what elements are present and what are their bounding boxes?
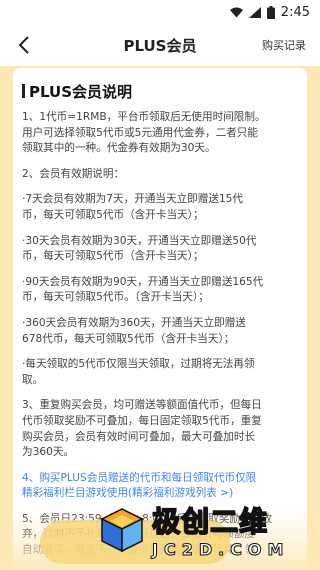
chevron-left-icon bbox=[18, 36, 29, 54]
paragraph-line: ·每天领取的5代币仅限当天领取，过期将无法再领 bbox=[22, 358, 255, 371]
paragraph-line: 3、重复购买会员，均可赠送等额面值代币，但每日 bbox=[22, 399, 262, 412]
signal-icon bbox=[248, 6, 261, 18]
wifi-icon bbox=[229, 7, 243, 18]
watermark-title: 极创二维 bbox=[151, 504, 269, 539]
battery-icon bbox=[266, 5, 275, 19]
card-title: PLUS会员说明 bbox=[22, 78, 298, 104]
watermark-subtitle: JC2D.COM bbox=[151, 539, 290, 559]
purchase-records-link[interactable]: 购买记录 bbox=[262, 37, 306, 53]
description-paragraph: ·90天会员有效期为90天，开通当天立即赠送165代 币，每天可领取5代币。（含开… bbox=[22, 275, 298, 306]
description-paragraph: 1、1代币=1RMB，平台币领取后无使用时间限制。 用户可选择领取5代币或5元通用… bbox=[22, 110, 298, 157]
paragraph-line: 取。 bbox=[22, 373, 44, 386]
paragraph-line: 678代币，每天可领取5代币（含开卡当天）； bbox=[22, 332, 235, 345]
description-paragraph: 3、重复购买会员，均可赠送等额面值代币，但每日 代币领取奖励不可叠加，每日固定领取… bbox=[22, 398, 298, 460]
back-button[interactable] bbox=[12, 33, 36, 57]
title-accent-bar bbox=[22, 84, 25, 98]
paragraph-line: 币，每天可领取5代币（含开卡当天）； bbox=[22, 250, 204, 263]
status-bar: 2:45 bbox=[0, 0, 320, 24]
description-paragraph: ·每天领取的5代币仅限当天领取，过期将无法再领 取。 bbox=[22, 357, 298, 388]
paragraph-line: 为360天。 bbox=[22, 446, 75, 459]
status-time: 2:45 bbox=[280, 4, 310, 20]
paragraph-line: 代币领取奖励不可叠加，每日固定领取5代币，重复 bbox=[22, 414, 262, 427]
description-paragraph: 2、会员有效期说明： bbox=[22, 167, 298, 183]
paragraph-line: 用户可选择领取5代币或5元通用代金券，二者只能 bbox=[22, 126, 258, 139]
cube-logo-icon bbox=[100, 508, 144, 553]
paragraph-line: 2、会员有效期说明： bbox=[22, 167, 125, 180]
paragraph-line: ·90天会员有效期为90天，开通当天立即赠送165代 bbox=[22, 275, 264, 288]
paragraph-line: 币，每天可领取5代币（含开卡当天）； bbox=[22, 208, 204, 221]
watermark: 极创二维 JC2D.COM bbox=[98, 488, 308, 570]
paragraph-line: ·360天会员有效期为360天，开通当天立即赠送 bbox=[22, 316, 246, 329]
paragraph-line: 购买会员，会员有效时间可叠加，最大可叠加时长 bbox=[22, 430, 256, 443]
description-paragraph: ·7天会员有效期为7天，开通当天立即赠送15代 币，每天可领取5代币（含开卡当天）… bbox=[22, 192, 298, 223]
paragraph-line: 4、购买PLUS会员赠送的代币和每日领取代币仅限 bbox=[22, 471, 257, 484]
page-title: PLUS会员 bbox=[123, 36, 197, 55]
description-paragraph: ·360天会员有效期为360天，开通当天立即赠送 678代币，每天可领取5代币（含… bbox=[22, 316, 298, 347]
card-title-text: PLUS会员说明 bbox=[29, 82, 133, 101]
paragraph-line: ·30天会员有效期为30天，开通当天立即赠送50代 bbox=[22, 234, 257, 247]
paragraph-line: 领取其中的一种。代金券有效期为30天。 bbox=[22, 142, 216, 155]
paragraph-line: 1、1代币=1RMB，平台币领取后无使用时间限制。 bbox=[22, 111, 266, 123]
paragraph-line: ·7天会员有效期为7天，开通当天立即赠送15代 bbox=[22, 193, 244, 206]
paragraph-line: 币，每天可领取5代币。（含开卡当天）； bbox=[22, 291, 209, 304]
app-bar: PLUS会员 购买记录 bbox=[0, 24, 320, 66]
description-paragraph: ·30天会员有效期为30天，开通当天立即赠送50代 币，每天可领取5代币（含开卡当… bbox=[22, 234, 298, 265]
